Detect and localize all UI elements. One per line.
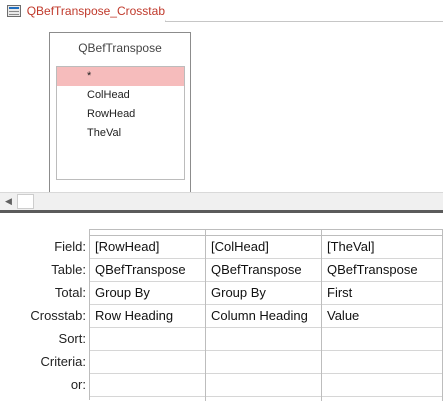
grid-column-1: [RowHead] QBefTranspose Group By Row Hea… [90, 230, 206, 401]
row-label-field: Field: [54, 239, 86, 254]
criteria-cell[interactable] [90, 351, 205, 374]
or-cell[interactable] [322, 374, 442, 397]
table-cell[interactable]: QBefTranspose [322, 259, 442, 282]
field-cell[interactable]: [TheVal] [322, 236, 442, 259]
design-grid: [RowHead] QBefTranspose Group By Row Hea… [89, 229, 443, 401]
design-grid-area: Field: Table: Total: Crosstab: Sort: Cri… [0, 213, 443, 401]
field-list-title: QBefTranspose [78, 41, 162, 55]
table-cell[interactable]: QBefTranspose [206, 259, 321, 282]
or-cell[interactable] [206, 374, 321, 397]
crosstab-cell[interactable]: Column Heading [206, 305, 321, 328]
scroll-thumb[interactable] [17, 194, 34, 209]
row-label-or: or: [70, 377, 86, 392]
grid-column-2: [ColHead] QBefTranspose Group By Column … [206, 230, 322, 401]
total-cell[interactable]: Group By [90, 282, 205, 305]
sort-cell[interactable] [206, 328, 321, 351]
row-label-sort: Sort: [58, 331, 86, 346]
row-label-table: Table: [51, 262, 86, 277]
total-cell[interactable]: Group By [206, 282, 321, 305]
field-cell[interactable]: [RowHead] [90, 236, 205, 259]
row-label-crosstab: Crosstab: [30, 308, 86, 323]
grid-column-3: [TheVal] QBefTranspose First Value [322, 230, 443, 401]
crosstab-cell[interactable]: Value [322, 305, 442, 328]
field-item-rowhead[interactable]: RowHead [57, 105, 184, 124]
table-cell[interactable]: QBefTranspose [90, 259, 205, 282]
tab-qbeftranspose-crosstab[interactable]: QBefTranspose_Crosstab [0, 0, 174, 22]
row-label-criteria: Criteria: [40, 354, 86, 369]
field-item-colhead[interactable]: ColHead [57, 86, 184, 105]
sort-cell[interactable] [90, 328, 205, 351]
crosstab-cell[interactable]: Row Heading [90, 305, 205, 328]
row-label-total: Total: [54, 285, 86, 300]
field-cell[interactable]: [ColHead] [206, 236, 321, 259]
table-pane: QBefTranspose * ColHead RowHead TheVal [0, 22, 443, 198]
field-item-theval[interactable]: TheVal [57, 124, 184, 143]
field-list-window[interactable]: QBefTranspose * ColHead RowHead TheVal [49, 32, 191, 198]
criteria-cell[interactable] [322, 351, 442, 374]
criteria-cell[interactable] [206, 351, 321, 374]
total-cell[interactable]: First [322, 282, 442, 305]
row-labels: Field: Table: Total: Crosstab: Sort: Cri… [0, 235, 89, 396]
field-item-all[interactable]: * [57, 67, 184, 86]
tab-label: QBefTranspose_Crosstab [26, 4, 165, 18]
query-icon [7, 5, 21, 17]
field-list[interactable]: * ColHead RowHead TheVal [56, 66, 185, 180]
document-tab-strip: QBefTranspose_Crosstab [0, 0, 443, 22]
or-cell[interactable] [90, 374, 205, 397]
horizontal-scrollbar[interactable]: ◀ [0, 192, 443, 210]
sort-cell[interactable] [322, 328, 442, 351]
scroll-left-icon[interactable]: ◀ [0, 193, 17, 210]
